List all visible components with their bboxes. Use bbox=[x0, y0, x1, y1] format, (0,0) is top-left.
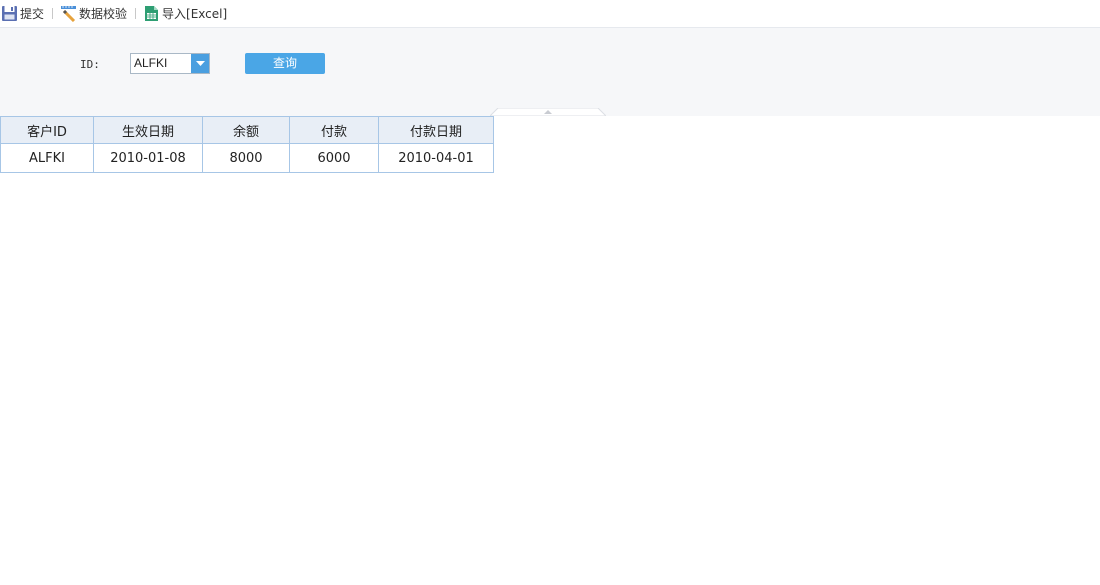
data-validate-label: 数据校验 bbox=[79, 7, 128, 21]
table-header-row: 客户ID 生效日期 余额 付款 付款日期 bbox=[0, 116, 494, 144]
toolbar-separator bbox=[135, 8, 137, 19]
ruler-pencil-icon bbox=[60, 5, 77, 23]
chevron-down-icon bbox=[195, 61, 205, 66]
parameter-panel: ID: ALFKI 查询 bbox=[0, 28, 1100, 116]
id-label: ID: bbox=[80, 58, 100, 71]
submit-button[interactable]: 提交 bbox=[0, 0, 46, 28]
toolbar-separator bbox=[52, 8, 54, 19]
header-effective-date: 生效日期 bbox=[93, 116, 203, 144]
save-icon bbox=[1, 5, 18, 22]
submit-label: 提交 bbox=[20, 7, 45, 21]
header-balance: 余额 bbox=[202, 116, 290, 144]
id-combobox-value[interactable]: ALFKI bbox=[131, 54, 191, 73]
excel-file-icon bbox=[143, 5, 160, 22]
header-payment-date: 付款日期 bbox=[378, 116, 494, 144]
data-validate-button[interactable]: 数据校验 bbox=[59, 0, 129, 28]
table-row: ALFKI 2010-01-08 8000 6000 2010-04-01 bbox=[0, 143, 494, 173]
import-excel-label: 导入[Excel] bbox=[162, 7, 228, 21]
report-table: 客户ID 生效日期 余额 付款 付款日期 ALFKI 2010-01-08 80… bbox=[0, 116, 494, 173]
cell-payment[interactable]: 6000 bbox=[289, 143, 379, 173]
import-excel-button[interactable]: 导入[Excel] bbox=[142, 0, 229, 28]
cell-payment-date[interactable]: 2010-04-01 bbox=[378, 143, 494, 173]
collapse-panel-toggle[interactable] bbox=[490, 108, 606, 116]
query-button[interactable]: 查询 bbox=[245, 53, 325, 74]
header-payment: 付款 bbox=[289, 116, 379, 144]
dropdown-arrow-button[interactable] bbox=[191, 54, 209, 73]
toolbar: 提交 数据校验 导入[Excel] bbox=[0, 0, 1100, 28]
id-combobox[interactable]: ALFKI bbox=[130, 53, 210, 74]
cell-effective-date[interactable]: 2010-01-08 bbox=[93, 143, 203, 173]
cell-balance[interactable]: 8000 bbox=[202, 143, 290, 173]
cell-customer-id[interactable]: ALFKI bbox=[0, 143, 94, 173]
header-customer-id: 客户ID bbox=[0, 116, 94, 144]
